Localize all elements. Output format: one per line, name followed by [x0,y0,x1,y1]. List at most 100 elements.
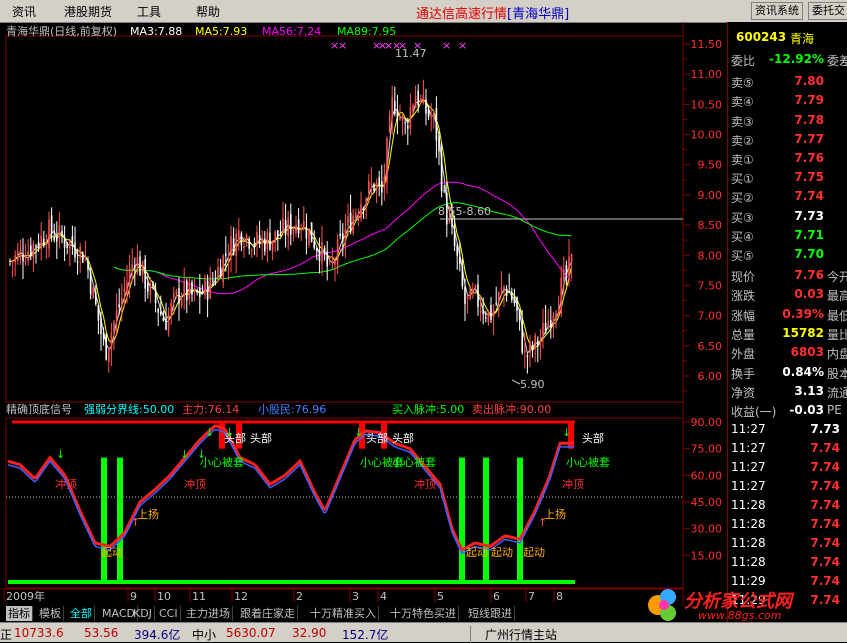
candle-body [537,341,539,347]
candle-body [230,236,232,256]
info-system-button[interactable]: 资讯系统 [751,2,803,20]
x-axis-label: 9 [130,590,137,603]
price-tick-label: 6.50 [698,340,723,353]
indicator-tick-label: 90.00 [691,416,723,429]
stat-row-value: 7.76 [794,268,824,282]
candle-body [310,222,313,243]
candle-body [373,183,375,191]
candle-body [417,90,419,106]
candle-body [84,256,87,259]
x-axis-label: 11 [192,590,206,603]
ask-row-value: 7.80 [794,74,824,88]
tab-6[interactable]: 主力进场 [184,606,233,621]
tab-8[interactable]: 十万精准买入 [308,606,379,621]
candle-body [362,208,365,210]
trade-button[interactable]: 委托交 [808,2,847,20]
candle-body [375,181,378,190]
candle-body [440,153,443,192]
candle-body [565,265,568,276]
bid-row: 买② 7.74 [728,189,847,208]
stat-row-label: 现价 [731,270,756,284]
bid-ask-ratio-row: 委比 -12.92% 委差 [728,52,847,71]
menu-hk-futures[interactable]: 港股期货 [64,3,112,20]
candle-body [178,287,180,304]
candle-body [383,176,386,188]
ratio-label: 委比 [731,54,756,68]
candle-body [409,107,412,129]
candle-body [35,245,37,247]
candle-body [378,177,380,185]
candle-body [219,267,222,278]
candle-body [53,236,55,241]
candle-body [56,236,58,242]
bid-row: 买① 7.75 [728,170,847,189]
candle-body [45,246,48,248]
price-tick-label: 11.00 [691,68,723,81]
candle-body [508,290,510,293]
candle-body [336,239,339,269]
bid-row: 买⑤ 7.70 [728,247,847,266]
tick-row: 11:28 7.74 [728,555,847,574]
candle-body [477,284,479,307]
candle-body [245,234,248,241]
stat-row-value: 0.03 [794,287,824,302]
candle-body [154,289,157,304]
ratio-extra: 委差 [827,54,847,68]
bid-row-label: 买④ [731,229,754,244]
candle-body [505,288,508,296]
indicator-tab-bar: 指标 模板 全部 MACD KDJ CCI 主力进场 跟着庄家走 十万精准买入 十万特色买进 短线跟… [0,605,727,622]
tick-price: 7.74 [810,498,840,512]
candle-body [487,310,490,323]
candle-body [108,348,110,362]
menu-help[interactable]: 帮助 [196,3,220,20]
menu-news[interactable]: 资讯 [12,3,36,20]
tab-4[interactable]: KDJ [131,606,155,621]
candle-body [495,303,497,305]
tab-2[interactable]: 全部 [68,606,95,621]
candle-body [352,215,354,233]
candle-body [349,212,352,233]
candle-body [300,227,302,229]
caution-label: 小心被套 [200,456,244,469]
top-label-secondary: 头部 [582,431,604,445]
buy-signal-bar [517,457,523,582]
candle-body [433,112,435,116]
tab-9[interactable]: 十万特色买进 [388,606,459,621]
candle-body [258,234,261,244]
ask-row-value: 7.77 [794,131,824,146]
start-label: 起动 [523,546,545,559]
candle-body [427,108,430,117]
candle-body [227,258,230,262]
index1-label: 正 [0,628,13,642]
tab-5[interactable]: CCI [157,606,181,621]
tab-10[interactable]: 短线跟进 [466,606,515,621]
candle-body [557,308,560,315]
candle-body [238,230,240,239]
top-label: 头部 [366,431,388,445]
bid-row-value: 7.74 [794,189,824,204]
down-arrow-icon: ↓ [562,426,571,439]
candle-body [115,310,118,323]
candle-body [279,234,282,236]
ask-row-value: 7.79 [794,93,824,108]
price-tick-label: 8.50 [698,219,723,232]
tab-0[interactable]: 指标 [6,606,33,621]
ask-row-label: 卖① [731,153,754,168]
candle-body [466,295,469,299]
candle-body [43,238,45,247]
candle-body [516,297,518,311]
stat-row: 现价 7.76 今开 [728,268,847,287]
candle-body [37,242,40,248]
candle-body [472,290,474,294]
candle-body [492,309,495,318]
candle-body [199,287,201,297]
menu-tools[interactable]: 工具 [137,3,161,20]
candle-body [404,122,406,124]
tab-1[interactable]: 模板 [37,606,64,621]
candle-body [27,251,29,261]
tab-7[interactable]: 跟着庄家走 [238,606,298,621]
candle-body [188,282,191,299]
candlesticks [9,79,573,374]
bid-row-value: 7.70 [794,247,824,262]
chart-area[interactable]: 11.50 11.00 10.50 10.00 9.50 9.00 8.50 8.00 7.50… [0,22,727,605]
